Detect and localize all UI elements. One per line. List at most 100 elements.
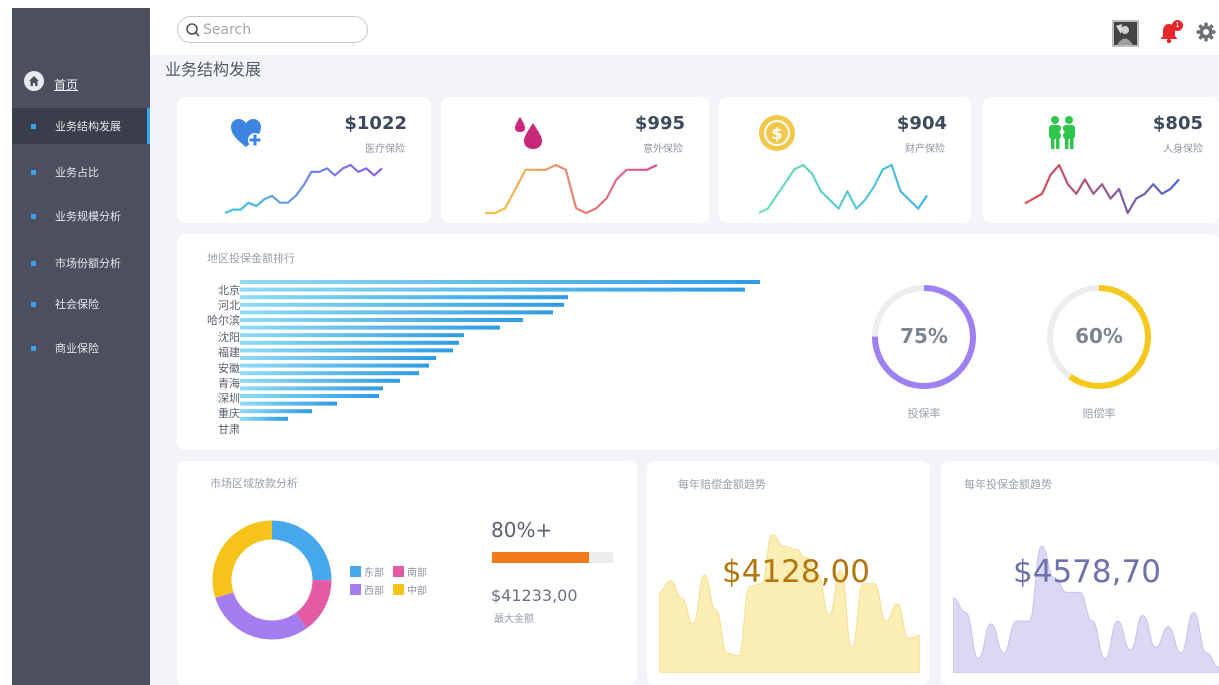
- bullet-icon: [31, 345, 36, 351]
- region-bar-chart: [240, 280, 760, 421]
- region-label: 甘肃: [218, 423, 240, 436]
- region-label: 沈阳: [218, 331, 240, 344]
- kpi-sparkline: [758, 163, 928, 214]
- market-percent: 80%+: [491, 518, 553, 542]
- region-bar: [240, 287, 745, 292]
- region-bar: [240, 310, 553, 315]
- bullet-icon: [31, 213, 36, 219]
- legend-label: 西部: [364, 586, 384, 597]
- kpi-card-life[interactable]: $805 人身保险: [983, 97, 1219, 223]
- region-label: 哈尔滨: [207, 314, 240, 327]
- region-bar: [240, 356, 436, 360]
- region-label: 北京: [218, 284, 240, 297]
- sidebar-item-market-share[interactable]: 市场份额分析: [12, 245, 150, 281]
- page-title: 业务结构发展: [165, 60, 262, 79]
- kpi-card-medical[interactable]: $1022 医疗保险: [177, 97, 431, 223]
- sidebar-item-commercial-insurance[interactable]: 商业保险: [12, 330, 150, 366]
- notification-bell-button[interactable]: 1: [1159, 20, 1183, 44]
- insured-amount: $4578,70: [1013, 554, 1161, 590]
- sidebar-item-business-structure[interactable]: 业务结构发展: [12, 108, 150, 144]
- kpi-amount: $904: [896, 113, 947, 134]
- legend-swatch: [393, 584, 404, 595]
- region-label: 重庆: [218, 407, 240, 420]
- region-bar: [240, 386, 383, 391]
- legend-label: 中部: [407, 586, 427, 597]
- claims-trend-title: 每年赔偿金额趋势: [678, 478, 766, 491]
- kpi-sparkline: [224, 163, 383, 215]
- region-bar: [240, 325, 500, 330]
- region-bar: [240, 295, 568, 300]
- sparkline-series: [224, 163, 383, 215]
- sidebar-item-label: 业务占比: [55, 166, 99, 179]
- home-label: 首页: [54, 78, 79, 92]
- market-progress-fill: [492, 552, 589, 563]
- claim-rate-label: 赔偿率: [1082, 407, 1116, 420]
- claims-amount: $4128,00: [722, 554, 870, 590]
- legend-label: 南部: [407, 568, 427, 579]
- insured-area-chart: [953, 545, 1219, 673]
- region-label: 河北: [218, 299, 240, 312]
- kpi-card-accident[interactable]: $995 意外保险: [441, 97, 709, 223]
- market-progress-bar: [492, 552, 613, 563]
- sidebar-item-social-insurance[interactable]: 社会保险: [12, 286, 150, 322]
- heart-plus-icon: [231, 119, 262, 147]
- market-region-title: 市场区域放款分析: [210, 477, 298, 490]
- drops-icon: [515, 117, 542, 149]
- region-bar: [240, 409, 312, 414]
- home-icon: [24, 70, 44, 91]
- legend-swatch: [350, 566, 361, 577]
- kpi-label: 意外保险: [643, 144, 683, 155]
- sidebar-item-label: 社会保险: [55, 298, 99, 311]
- top-bar: 1: [150, 8, 1219, 55]
- region-bar: [240, 280, 760, 284]
- legend-item-south: 南部: [393, 564, 427, 579]
- kpi-card-property[interactable]: $ $904 财产保险: [719, 97, 971, 223]
- region-bar: [240, 416, 288, 421]
- legend-swatch: [393, 566, 404, 577]
- sidebar-home-link[interactable]: 首页: [24, 68, 78, 93]
- search-icon: [186, 22, 200, 37]
- max-amount-label: 最大金额: [494, 614, 534, 625]
- sidebar-item-business-share[interactable]: 业务占比: [12, 154, 150, 190]
- kpi-sparkline: [1024, 163, 1180, 215]
- market-donut-chart: [212, 520, 332, 640]
- legend-label: 东部: [364, 568, 384, 579]
- kpi-label: 财产保险: [905, 144, 945, 155]
- bullet-icon: [31, 301, 36, 307]
- kpi-label: 医疗保险: [365, 144, 405, 155]
- region-bar: [240, 340, 459, 345]
- claims-area-chart: [659, 534, 920, 673]
- insured-rate-label: 投保率: [907, 407, 941, 420]
- bullet-icon: [31, 169, 36, 175]
- region-bar: [240, 363, 429, 368]
- kpi-sparkline: [485, 163, 658, 215]
- region-bar: [240, 371, 419, 376]
- region-label: 福建: [218, 346, 240, 359]
- sidebar-item-label: 市场份额分析: [55, 257, 121, 270]
- sidebar-item-label: 业务结构发展: [55, 120, 121, 133]
- region-bar: [240, 302, 564, 307]
- region-ranking-title: 地区投保金额排行: [207, 252, 295, 265]
- region-bar: [240, 401, 337, 406]
- region-bar: [240, 394, 379, 398]
- notification-count-badge: 1: [1172, 20, 1183, 31]
- region-bar: [240, 348, 453, 353]
- kpi-amount: $1022: [344, 113, 407, 134]
- region-label: 安徽: [218, 362, 240, 375]
- legend-item-central: 中部: [393, 582, 427, 597]
- gear-icon[interactable]: [1196, 22, 1216, 42]
- region-label: 青海: [218, 377, 240, 390]
- region-bar: [240, 333, 464, 338]
- avatar[interactable]: [1112, 20, 1139, 47]
- sparkline-series: [485, 163, 658, 215]
- region-label: 深圳: [218, 392, 240, 405]
- sidebar: 首页 业务结构发展 业务占比 业务规模分析 市场份额分析 社会保险 商业保险: [12, 8, 150, 685]
- sidebar-item-label: 商业保险: [55, 342, 99, 355]
- sidebar-item-label: 业务规模分析: [55, 210, 121, 223]
- kpi-label: 人身保险: [1163, 144, 1203, 155]
- region-bar: [240, 378, 400, 383]
- legend-item-west: 西部: [350, 582, 384, 597]
- money-coin-icon: $: [759, 115, 795, 151]
- search-input[interactable]: [203, 21, 363, 38]
- sidebar-item-business-scale[interactable]: 业务规模分析: [12, 198, 150, 234]
